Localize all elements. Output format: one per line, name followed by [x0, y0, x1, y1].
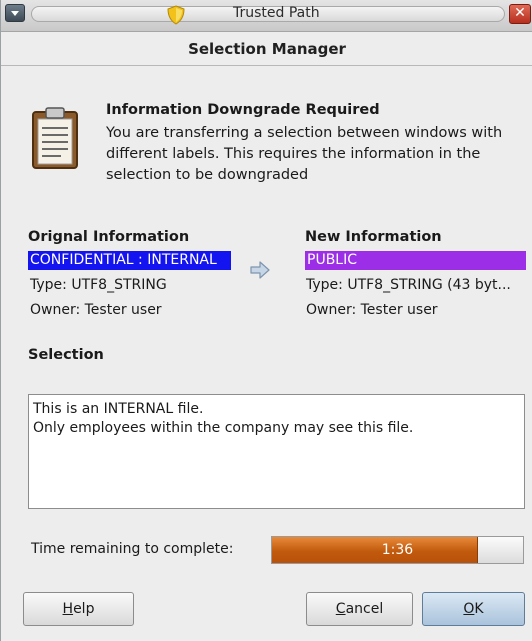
selection-line: This is an INTERNAL file.: [33, 401, 204, 417]
help-button[interactable]: Help: [23, 592, 134, 626]
window-title: Trusted Path: [233, 5, 320, 21]
clipboard-icon: [32, 107, 78, 169]
trusted-path-window: Trusted Path ✕ Selection Manager Informa…: [0, 0, 532, 641]
selection-text-area[interactable]: This is an INTERNAL file. Only employees…: [28, 394, 525, 509]
countdown-progress-bar: 1:36: [271, 536, 524, 564]
new-type: Type: UTF8_STRING (43 byt...: [306, 277, 511, 293]
new-owner: Owner: Tester user: [306, 302, 438, 318]
window-menu-button[interactable]: [5, 4, 25, 22]
original-label: CONFIDENTIAL : INTERNAL: [28, 251, 231, 270]
title-bar[interactable]: Trusted Path ✕: [1, 0, 532, 32]
dialog-header: Selection Manager: [1, 32, 532, 66]
new-label: PUBLIC: [305, 251, 526, 270]
selection-heading: Selection: [28, 347, 104, 363]
time-remaining-label: Time remaining to complete:: [31, 541, 234, 557]
time-remaining-value: 1:36: [381, 542, 414, 558]
cancel-button[interactable]: Cancel: [306, 592, 413, 626]
ok-button[interactable]: OK: [422, 592, 525, 626]
close-button[interactable]: ✕: [509, 4, 531, 24]
original-info-heading: Orignal Information: [28, 229, 190, 245]
original-owner: Owner: Tester user: [30, 302, 162, 318]
arrow-right-icon: [250, 261, 270, 279]
info-title: Information Downgrade Required: [106, 102, 380, 118]
info-text: You are transferring a selection between…: [106, 125, 503, 183]
shield-icon: [167, 5, 185, 25]
new-info-heading: New Information: [305, 229, 442, 245]
original-type: Type: UTF8_STRING: [30, 277, 167, 293]
selection-line: Only employees within the company may se…: [33, 420, 414, 436]
